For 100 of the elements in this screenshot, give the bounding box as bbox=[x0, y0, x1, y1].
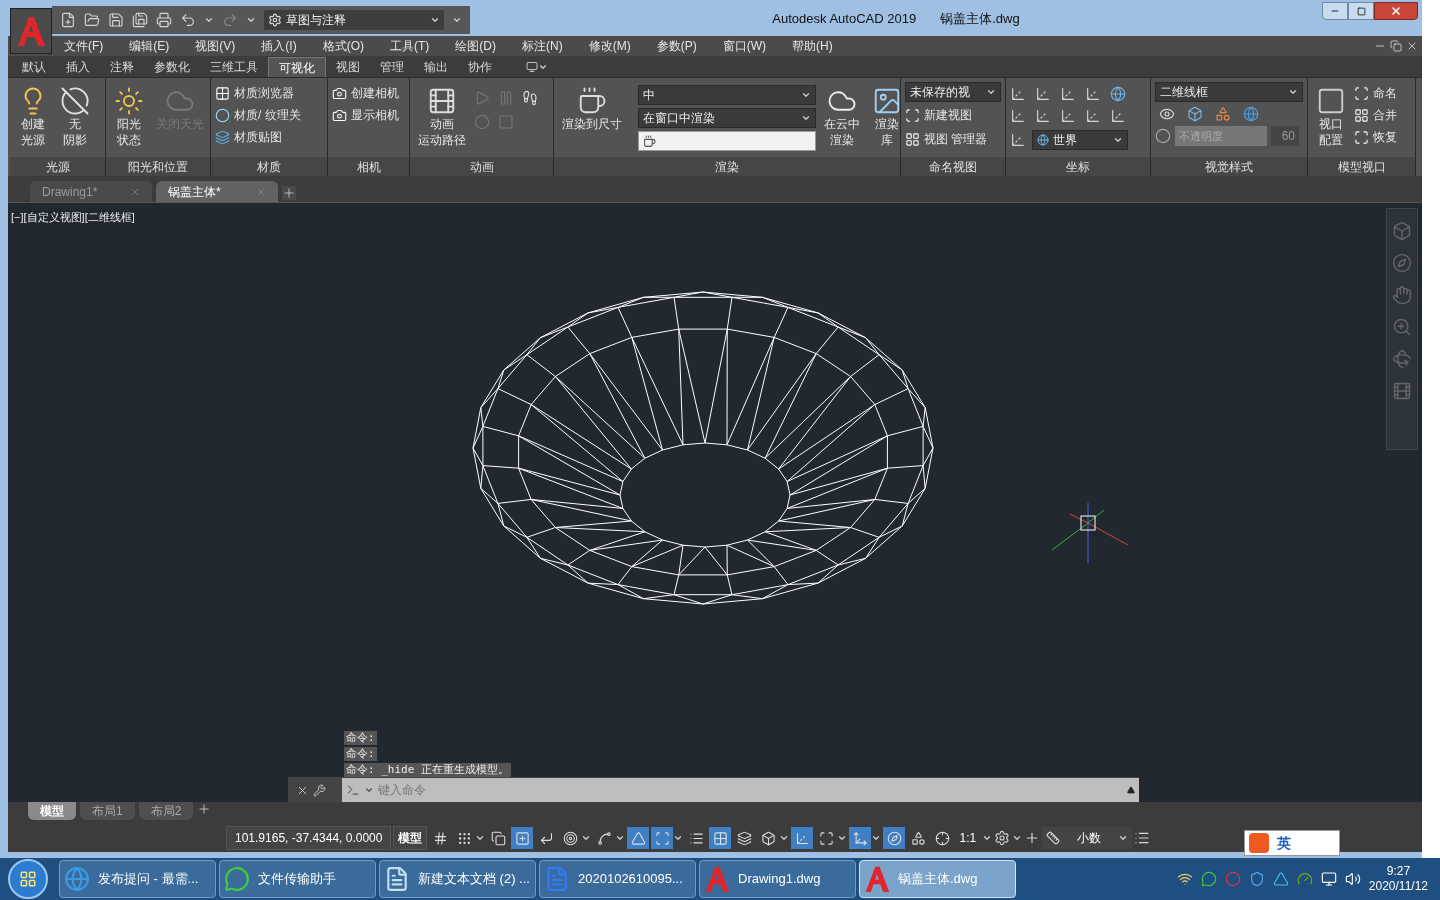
caret-icon[interactable] bbox=[801, 113, 811, 123]
ribbon-tab[interactable]: 可视化 bbox=[268, 57, 326, 77]
ribbon-large-button[interactable]: 在云中 渲染 bbox=[820, 82, 864, 148]
ucs-icon[interactable] bbox=[1035, 108, 1051, 124]
caret-icon[interactable] bbox=[982, 833, 993, 843]
ribbon-small-button[interactable]: 新建视图 bbox=[905, 104, 1001, 126]
printer-icon[interactable] bbox=[156, 12, 172, 28]
menu-item[interactable]: 编辑(E) bbox=[129, 37, 170, 55]
coordinates-readout[interactable]: 101.9165, -37.4344, 0.0000 bbox=[226, 826, 392, 850]
caret-icon[interactable] bbox=[986, 87, 996, 97]
layout-tab[interactable]: 布局1 bbox=[80, 802, 135, 820]
menu-item[interactable]: 格式(O) bbox=[322, 37, 364, 55]
ribbon-large-button[interactable]: 渲染到尺寸 bbox=[558, 82, 626, 132]
command-input[interactable]: 键入命令 bbox=[378, 781, 1123, 799]
ucs-icon[interactable] bbox=[1010, 132, 1026, 148]
status-toggle[interactable] bbox=[709, 827, 732, 849]
visual-style-dropdown[interactable]: 二维线框 bbox=[1155, 82, 1303, 102]
wrench-icon[interactable] bbox=[313, 783, 326, 797]
layout-tab[interactable]: 布局2 bbox=[138, 802, 194, 820]
annotation-scale[interactable]: 1:1 bbox=[955, 829, 981, 847]
panel-title[interactable]: 坐标 bbox=[1066, 157, 1090, 176]
ucs-dropdown[interactable]: 世界 bbox=[1032, 130, 1128, 150]
ribbon-tab[interactable]: 三维工具 bbox=[200, 57, 268, 77]
caret-icon[interactable] bbox=[615, 833, 626, 843]
shaded-cube-icon[interactable] bbox=[1187, 106, 1203, 122]
start-button[interactable] bbox=[8, 859, 48, 899]
ucs-icon[interactable] bbox=[1110, 108, 1126, 124]
menu-item[interactable]: 插入(I) bbox=[261, 37, 297, 55]
close-icon[interactable] bbox=[1406, 40, 1418, 52]
triangle-icon[interactable] bbox=[1272, 871, 1289, 887]
taskbar-item[interactable]: 文件传输助手 bbox=[219, 860, 376, 898]
caret-icon[interactable] bbox=[1288, 87, 1298, 97]
ucs-icon[interactable] bbox=[1035, 86, 1051, 102]
caret-icon[interactable] bbox=[475, 833, 486, 843]
menu-item[interactable]: 文件(F) bbox=[64, 37, 104, 55]
menu-item[interactable]: 窗口(W) bbox=[722, 37, 766, 55]
caret-icon[interactable] bbox=[204, 15, 214, 25]
save-icon[interactable] bbox=[108, 12, 124, 28]
chat-bubble-icon[interactable] bbox=[1200, 871, 1217, 887]
workspace-dropdown[interactable]: 草图与注释 bbox=[264, 10, 444, 30]
ribbon-small-button[interactable]: 材质/ 纹理关 bbox=[215, 104, 301, 126]
caret-icon[interactable] bbox=[871, 833, 882, 843]
ribbon-small-button[interactable]: 恢复 bbox=[1354, 126, 1397, 148]
named-view-dropdown[interactable]: 未保存的视 bbox=[905, 82, 1001, 102]
ribbon-large-button[interactable]: 动画 运动路径 bbox=[414, 82, 470, 148]
shield-icon[interactable] bbox=[1248, 871, 1265, 887]
caret-icon[interactable] bbox=[1113, 135, 1123, 145]
render-target-dropdown[interactable]: 在窗口中渲染 bbox=[638, 108, 816, 128]
menu-item[interactable]: 帮助(H) bbox=[792, 37, 833, 55]
ribbon-small-button[interactable]: 视图 管理器 bbox=[905, 128, 1001, 150]
caret-icon[interactable] bbox=[1012, 833, 1023, 843]
ucs-icon[interactable] bbox=[1085, 108, 1101, 124]
units-dropdown[interactable]: 小数 bbox=[1042, 827, 1133, 849]
panel-title[interactable]: 渲染 bbox=[715, 157, 739, 176]
status-toggle[interactable] bbox=[511, 827, 534, 849]
caret-icon[interactable] bbox=[779, 833, 790, 843]
ribbon-tab[interactable]: 默认 bbox=[12, 57, 56, 77]
ribbon-large-button[interactable]: 阳光 状态 bbox=[110, 82, 148, 148]
command-field[interactable]: 键入命令 bbox=[342, 778, 1139, 802]
viewport-label[interactable]: [−][自定义视图][二维线框] bbox=[11, 209, 135, 226]
ribbon-tab[interactable]: 参数化 bbox=[144, 57, 200, 77]
caret-icon[interactable] bbox=[452, 15, 462, 25]
caret-icon[interactable] bbox=[837, 833, 848, 843]
status-toggle[interactable] bbox=[883, 827, 906, 849]
caret-icon[interactable] bbox=[1118, 833, 1129, 843]
ucs-icon[interactable] bbox=[1060, 108, 1076, 124]
triangle-icon[interactable] bbox=[1127, 786, 1135, 794]
restore-icon[interactable] bbox=[1390, 40, 1402, 52]
caret-icon[interactable] bbox=[430, 15, 440, 25]
taskbar-item[interactable]: 新建文本文档 (2) ... bbox=[379, 860, 536, 898]
panel-title[interactable]: 动画 bbox=[469, 157, 494, 176]
ucs-icon[interactable] bbox=[1060, 86, 1076, 102]
menu-item[interactable]: 工具(T) bbox=[390, 37, 430, 55]
ime-mode[interactable]: 英 bbox=[1277, 832, 1291, 854]
ribbon-small-button[interactable]: 材质贴图 bbox=[215, 126, 301, 148]
quality-dropdown[interactable]: 中 bbox=[638, 85, 816, 105]
ribbon-small-button[interactable]: 合并 bbox=[1354, 104, 1397, 126]
status-toggle[interactable] bbox=[651, 827, 674, 849]
menu-item[interactable]: 修改(M) bbox=[588, 37, 631, 55]
ribbon-tab[interactable]: 协作 bbox=[458, 57, 502, 77]
menu-item[interactable]: 视图(V) bbox=[195, 37, 236, 55]
taskbar-item[interactable]: Drawing1.dwg bbox=[699, 860, 856, 898]
network-icon[interactable] bbox=[1176, 871, 1193, 887]
caret-icon[interactable] bbox=[538, 62, 548, 72]
ribbon-small-button[interactable]: 命名 bbox=[1354, 82, 1397, 104]
close-button[interactable] bbox=[1374, 2, 1418, 20]
globe-icon[interactable] bbox=[1110, 86, 1126, 102]
menu-item[interactable]: 参数(P) bbox=[656, 37, 697, 55]
menu-item[interactable]: 标注(N) bbox=[522, 37, 563, 55]
model-space-button[interactable]: 模型 bbox=[393, 826, 428, 850]
caret-icon[interactable] bbox=[364, 785, 374, 795]
speaker-icon[interactable] bbox=[1344, 871, 1361, 887]
file-tab[interactable]: 锅盖主体* bbox=[156, 181, 278, 202]
taskbar-item[interactable]: 2020102610095... bbox=[539, 860, 696, 898]
ribbon-small-button[interactable]: 创建相机 bbox=[332, 82, 399, 104]
minimize-button[interactable] bbox=[1322, 2, 1348, 20]
status-toggle[interactable] bbox=[627, 827, 650, 849]
ribbon-tab[interactable]: 注释 bbox=[100, 57, 144, 77]
ribbon-large-button[interactable]: 无 阴影 bbox=[56, 82, 94, 148]
footprints-icon[interactable] bbox=[522, 90, 538, 106]
